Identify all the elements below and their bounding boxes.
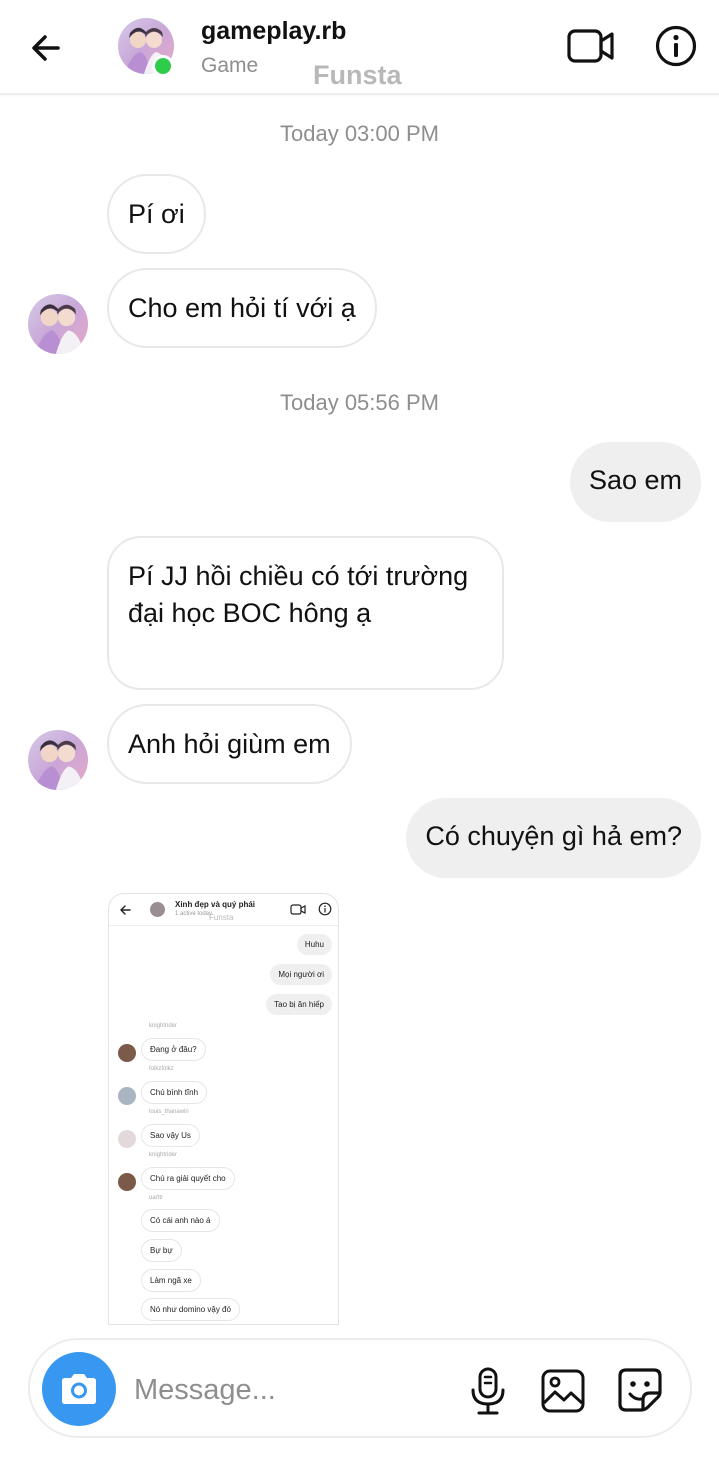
sender-avatar[interactable]	[28, 730, 88, 790]
image-avatar	[150, 902, 165, 917]
image-message: Mọi người ơi	[270, 964, 332, 985]
chat-header: gameplay.rb Game Funsta	[0, 0, 719, 95]
image-message: Chú bình tĩnh	[141, 1081, 208, 1104]
image-message: Tao bị ăn hiếp	[266, 994, 332, 1015]
message-input[interactable]	[134, 1368, 454, 1412]
camera-button[interactable]	[42, 1352, 116, 1426]
image-sender-avatar	[118, 1044, 136, 1062]
video-call-icon	[567, 29, 614, 63]
video-call-icon	[290, 904, 306, 915]
image-message: Huhu	[296, 934, 332, 955]
shared-screenshot-image[interactable]: Xinh đẹp và quý phái 1 active today Funs…	[108, 893, 339, 1325]
image-sender-avatar	[118, 1087, 136, 1105]
image-sender-avatar	[118, 1130, 136, 1148]
online-status-dot	[152, 55, 174, 77]
image-sender-name: knightrider	[149, 1152, 178, 1158]
image-message: Bự bự	[141, 1239, 182, 1262]
incoming-message[interactable]: Cho em hỏi tí với ạ	[107, 268, 377, 348]
contact-subtitle: Game	[201, 54, 259, 77]
image-watermark: Funsta	[209, 913, 234, 922]
image-chat-title: Xinh đẹp và quý phái	[175, 900, 256, 909]
image-sender-name: uarttr	[149, 1195, 164, 1201]
info-icon	[318, 902, 332, 916]
video-call-button[interactable]	[566, 24, 616, 68]
sticker-icon	[618, 1368, 662, 1412]
image-message: Sao vậy Us	[141, 1124, 200, 1147]
back-arrow-icon	[120, 905, 131, 915]
image-chat-subtitle: 1 active today	[175, 911, 213, 917]
contact-name[interactable]: gameplay.rb	[201, 17, 346, 46]
sender-avatar[interactable]	[28, 294, 88, 354]
back-arrow-icon	[32, 35, 60, 61]
message-composer	[28, 1338, 692, 1438]
incoming-message[interactable]: Anh hỏi giùm em	[107, 704, 352, 784]
back-button[interactable]	[22, 26, 70, 70]
info-icon	[655, 25, 697, 67]
image-message: Nó như domino vậy đó	[141, 1298, 240, 1321]
outgoing-message[interactable]: Có chuyện gì hả em?	[406, 798, 701, 878]
incoming-message[interactable]: Pí ơi	[107, 174, 206, 254]
image-sender-avatar	[118, 1173, 136, 1191]
image-sender-name: folkzfolkz	[149, 1066, 174, 1072]
image-chat-header: Xinh đẹp và quý phái 1 active today Funs…	[109, 894, 338, 926]
sticker-button[interactable]	[616, 1366, 664, 1414]
image-sender-name: knightrider	[149, 1023, 178, 1029]
microphone-icon	[471, 1367, 505, 1415]
image-message: Chú ra giải quyết cho	[141, 1167, 235, 1190]
gallery-icon	[541, 1369, 585, 1413]
thread-timestamp: Today 05:56 PM	[280, 390, 439, 415]
outgoing-message[interactable]: Sao em	[569, 442, 701, 522]
watermark-text: Funsta	[313, 60, 402, 90]
incoming-message[interactable]: Pí JJ hồi chiều có tới trường đại học BO…	[107, 536, 504, 690]
info-button[interactable]	[654, 24, 698, 68]
voice-message-button[interactable]	[466, 1366, 510, 1416]
thread-timestamp: Today 03:00 PM	[280, 121, 439, 146]
image-message: Có cái anh nào á	[141, 1209, 220, 1232]
image-message: Đang ở đâu?	[141, 1038, 206, 1061]
gallery-button[interactable]	[540, 1368, 586, 1414]
image-sender-name: louis_thanawin	[149, 1109, 189, 1115]
camera-icon	[62, 1374, 96, 1404]
image-message: Làm ngã xe	[141, 1269, 201, 1292]
